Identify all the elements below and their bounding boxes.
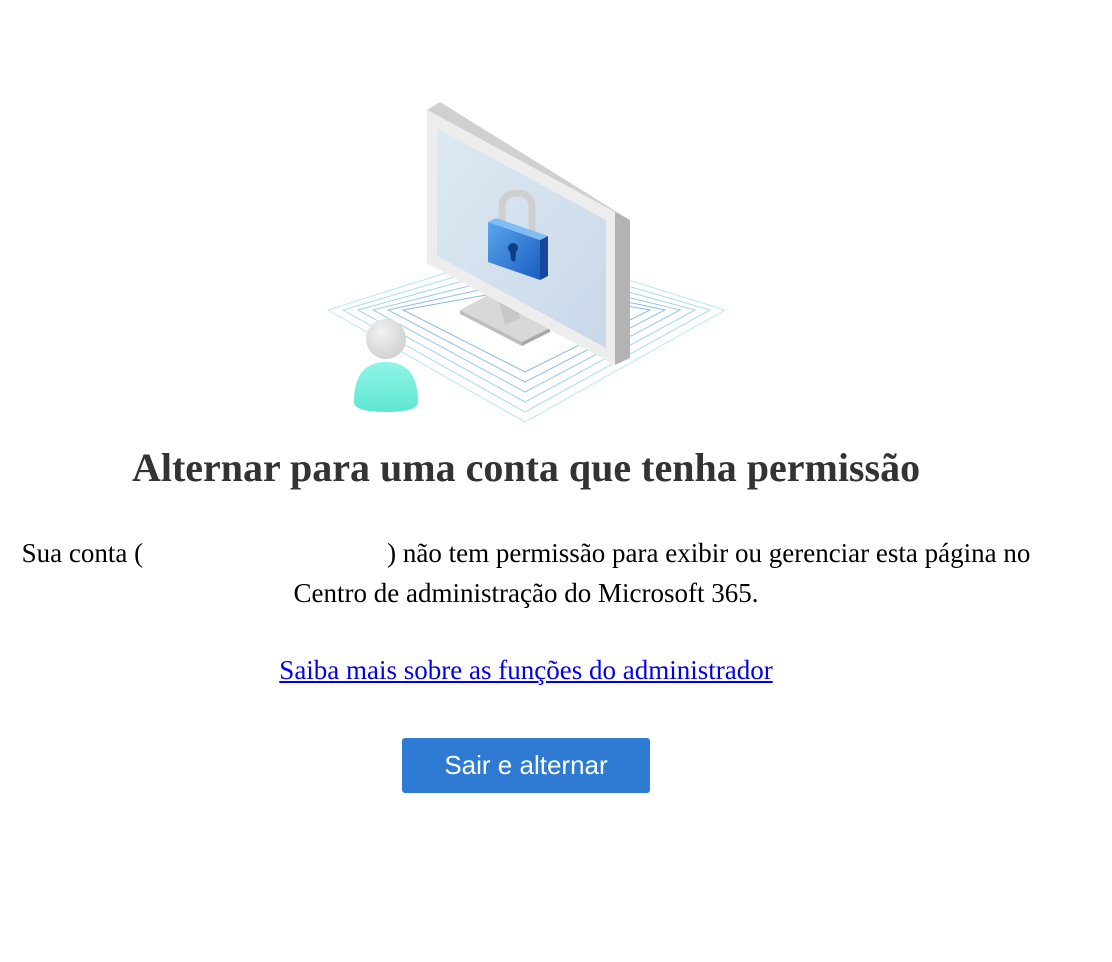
learn-admin-roles-link[interactable]: Saiba mais sobre as funções do administr…	[279, 655, 772, 685]
user-avatar-icon	[354, 319, 418, 412]
access-denied-page: Alternar para uma conta que tenha permis…	[0, 0, 1112, 962]
learn-more-container: Saiba mais sobre as funções do administr…	[0, 650, 1052, 690]
locked-computer-illustration	[326, 102, 727, 423]
page-title: Alternar para uma conta que tenha permis…	[131, 445, 921, 490]
permission-message: Sua conta ( ) não tem permissão para exib…	[20, 533, 1032, 613]
sign-out-and-switch-button[interactable]: Sair e alternar	[402, 738, 650, 793]
message-suffix: ) não tem permissão para exibir ou geren…	[293, 538, 1031, 608]
message-prefix: Sua conta (	[21, 538, 144, 568]
